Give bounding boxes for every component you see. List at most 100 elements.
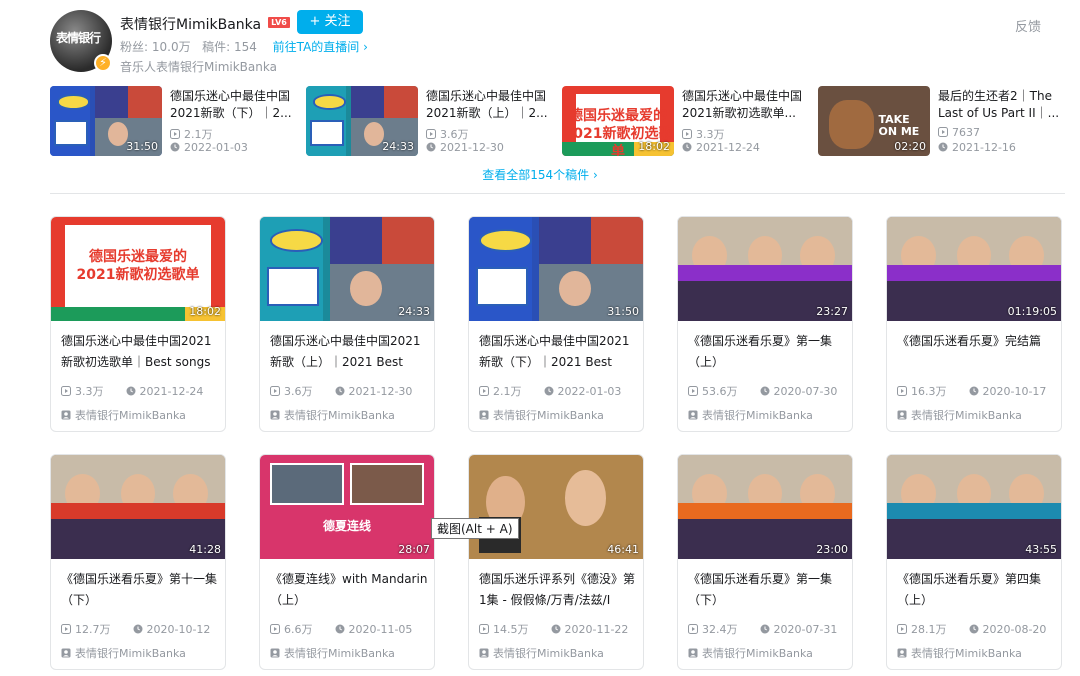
video-thumbnail[interactable]: 31:50 <box>469 217 643 321</box>
video-card[interactable]: 23:00 《德国乐迷看乐夏》第一集（下） 32.4万 2020-07-31 表情银行M… <box>677 454 853 670</box>
video-thumbnail[interactable]: 41:28 <box>51 455 225 559</box>
video-duration: 31:50 <box>126 140 158 153</box>
recent-thumbnail[interactable]: 31:50 <box>50 86 162 156</box>
video-author[interactable]: 表情银行MimikBanka <box>270 407 395 423</box>
play-count-icon <box>688 624 698 634</box>
video-card[interactable]: 德国乐迷最爱的 2021新歌初选歌单 18:02 德国乐迷心中最佳中国2021新歌初… <box>50 216 226 432</box>
video-author[interactable]: 表情银行MimikBanka <box>688 407 813 423</box>
user-subtitle: 音乐人表情银行MimikBanka <box>120 60 277 74</box>
video-title[interactable]: 《德国乐迷看乐夏》第一集（下） <box>688 569 846 611</box>
username[interactable]: 表情银行MimikBanka <box>120 14 261 34</box>
recent-thumbnail[interactable]: TAKE ON ME 02:20 <box>818 86 930 156</box>
play-count-icon <box>270 624 280 634</box>
recent-video-item[interactable]: 31:50 德国乐迷心中最佳中国2021新歌（下）｜2... 2.1万 2022-01… <box>50 86 300 156</box>
upload-date-value: 2022-01-03 <box>184 141 248 154</box>
thumbnail-banner <box>887 264 1061 282</box>
play-count-icon <box>479 624 489 634</box>
video-card[interactable]: 24:33 德国乐迷心中最佳中国2021新歌（上）｜2021 Best 3.6万 20… <box>259 216 435 432</box>
fans-label: 粉丝: <box>120 40 149 54</box>
upload-date-value: 2020-10-17 <box>982 385 1047 398</box>
thumbnail-banner <box>678 264 852 282</box>
play-count-icon <box>688 386 698 396</box>
video-title[interactable]: 《德国乐迷看乐夏》完结篇 <box>897 331 1055 373</box>
uploader-icon <box>61 648 71 658</box>
thumbnail-shape <box>94 86 129 118</box>
user-stats: 粉丝: 10.0万 稿件: 154 前往TA的直播间 › <box>120 38 368 55</box>
thumbnail-shape <box>829 100 874 149</box>
video-thumbnail[interactable]: 24:33 <box>260 217 434 321</box>
thumbnail-banner <box>51 502 225 520</box>
recent-video-item[interactable]: 德国乐迷最爱的 2021新歌初选歌单 18:02 德国乐迷心中最佳中国2021新歌初… <box>562 86 812 156</box>
video-title[interactable]: 德国乐迷乐评系列《德没》第1集 - 假假條/万青/法兹/I <box>479 569 637 611</box>
video-card[interactable]: 46:41 德国乐迷乐评系列《德没》第1集 - 假假條/万青/法兹/I 14.5万 2… <box>468 454 644 670</box>
view-count-value: 6.6万 <box>284 623 313 636</box>
thumbnail-shape <box>350 86 385 118</box>
video-thumbnail[interactable]: 德国乐迷最爱的 2021新歌初选歌单 18:02 <box>51 217 225 321</box>
video-title[interactable]: 《德夏连线》with Mandarin（上） <box>270 569 428 611</box>
video-meta: 16.3万 2020-10-17 <box>897 383 1046 399</box>
video-meta: 14.5万 2020-11-22 <box>479 621 628 637</box>
video-author[interactable]: 表情银行MimikBanka <box>61 407 186 423</box>
view-count-value: 3.6万 <box>440 128 469 141</box>
recent-video-title[interactable]: 德国乐迷心中最佳中国2021新歌初选歌单... <box>682 88 810 122</box>
video-title[interactable]: 《德国乐迷看乐夏》第一集（上） <box>688 331 846 373</box>
thumbnail-shape <box>350 271 382 307</box>
upload-date-value: 2022-01-03 <box>557 385 622 398</box>
video-title[interactable]: 德国乐迷心中最佳中国2021新歌初选歌单｜Best songs <box>61 331 219 373</box>
video-card[interactable]: 43:55 《德国乐迷看乐夏》第四集（上） 28.1万 2020-08-20 表情银行M… <box>886 454 1062 670</box>
video-author[interactable]: 表情银行MimikBanka <box>688 645 813 661</box>
video-author[interactable]: 表情银行MimikBanka <box>897 407 1022 423</box>
clock-icon <box>551 624 561 634</box>
clock-icon <box>682 142 692 152</box>
recent-video-title[interactable]: 德国乐迷心中最佳中国2021新歌（下）｜2... <box>170 88 298 122</box>
live-room-link[interactable]: 前往TA的直播间 › <box>273 40 368 54</box>
video-author[interactable]: 表情银行MimikBanka <box>270 645 395 661</box>
recent-thumbnail[interactable]: 德国乐迷最爱的 2021新歌初选歌单 18:02 <box>562 86 674 156</box>
upload-date: 2020-10-12 <box>133 623 210 636</box>
view-count-value: 12.7万 <box>75 623 111 636</box>
recent-thumbnail[interactable]: 24:33 <box>306 86 418 156</box>
video-card[interactable]: 23:27 《德国乐迷看乐夏》第一集（上） 53.6万 2020-07-30 表情银行M… <box>677 216 853 432</box>
thumbnail-shape <box>381 217 434 264</box>
upload-date-value: 2020-11-05 <box>348 623 413 636</box>
recent-video-item[interactable]: 24:33 德国乐迷心中最佳中国2021新歌（上）｜2... 3.6万 2021-12… <box>306 86 556 156</box>
feedback-link[interactable]: 反馈 <box>1015 16 1041 35</box>
thumbnail-shape <box>329 217 382 264</box>
video-meta: 32.4万 2020-07-31 <box>688 621 837 637</box>
clock-icon <box>969 624 979 634</box>
video-card[interactable]: 01:19:05 《德国乐迷看乐夏》完结篇 16.3万 2020-10-17 表情银行M… <box>886 216 1062 432</box>
video-author[interactable]: 表情银行MimikBanka <box>897 645 1022 661</box>
video-title[interactable]: 《德国乐迷看乐夏》第十一集（下） <box>61 569 219 611</box>
recent-video-title[interactable]: 最后的生还者2｜The Last of Us Part II｜... <box>938 88 1066 122</box>
video-card[interactable]: 德夏连线 28:07 《德夏连线》with Mandarin（上） 6.6万 2020-… <box>259 454 435 670</box>
video-thumbnail[interactable]: 43:55 <box>887 455 1061 559</box>
recent-video-item[interactable]: TAKE ON ME 02:20 最后的生还者2｜The Last of Us Pa… <box>818 86 1068 156</box>
upload-date: 2022-01-03 <box>170 141 248 154</box>
video-author[interactable]: 表情银行MimikBanka <box>61 645 186 661</box>
video-thumbnail[interactable]: 01:19:05 <box>887 217 1061 321</box>
video-thumbnail[interactable]: 46:41 <box>469 455 643 559</box>
video-title[interactable]: 德国乐迷心中最佳中国2021新歌（下）｜2021 Best <box>479 331 637 373</box>
upload-date-value: 2021-12-24 <box>696 141 760 154</box>
video-author[interactable]: 表情银行MimikBanka <box>479 645 604 661</box>
thumbnail-shape <box>270 463 344 505</box>
play-count-icon <box>61 624 71 634</box>
video-meta: 28.1万 2020-08-20 <box>897 621 1046 637</box>
video-author[interactable]: 表情银行MimikBanka <box>479 407 604 423</box>
view-all-link[interactable]: 查看全部154个稿件 › <box>0 166 1080 183</box>
video-card[interactable]: 41:28 《德国乐迷看乐夏》第十一集（下） 12.7万 2020-10-12 表情银行… <box>50 454 226 670</box>
video-thumbnail[interactable]: 23:00 <box>678 455 852 559</box>
video-title[interactable]: 《德国乐迷看乐夏》第四集（上） <box>897 569 1055 611</box>
uploader-icon <box>897 648 907 658</box>
author-name: 表情银行MimikBanka <box>284 409 395 422</box>
follow-button[interactable]: + 关注 <box>297 10 363 34</box>
author-name: 表情银行MimikBanka <box>284 647 395 660</box>
video-title[interactable]: 德国乐迷心中最佳中国2021新歌（上）｜2021 Best <box>270 331 428 373</box>
upload-date: 2021-12-24 <box>126 385 203 398</box>
upload-date: 2020-07-31 <box>760 623 837 636</box>
recent-video-title[interactable]: 德国乐迷心中最佳中国2021新歌（上）｜2... <box>426 88 554 122</box>
video-thumbnail[interactable]: 23:27 <box>678 217 852 321</box>
view-count-value: 3.6万 <box>284 385 313 398</box>
video-thumbnail[interactable]: 德夏连线 28:07 <box>260 455 434 559</box>
video-card[interactable]: 31:50 德国乐迷心中最佳中国2021新歌（下）｜2021 Best 2.1万 20… <box>468 216 644 432</box>
